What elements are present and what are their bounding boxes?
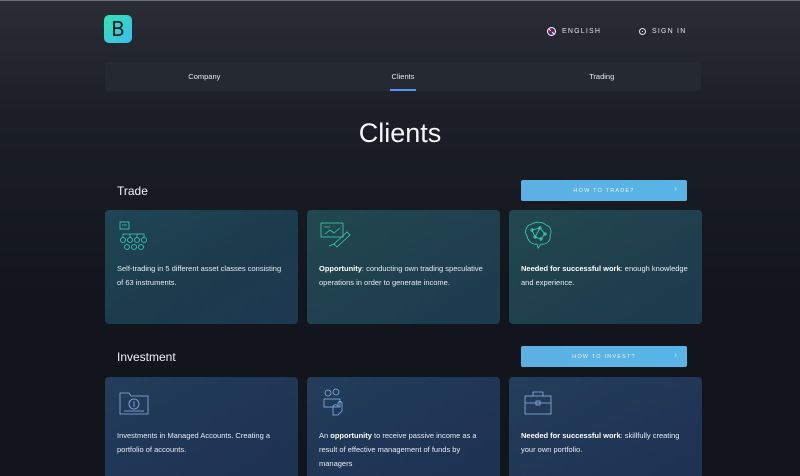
page-title: Clients [358,118,442,148]
briefcase-icon [524,391,552,415]
section-title-investment: Investment [117,350,176,364]
trade-card-text: Needed for successful work: enough knowl… [521,264,688,287]
tab-trading[interactable]: Trading [502,62,701,91]
trade-card-knowledge: Needed for successful work: enough knowl… [509,210,702,324]
invest-card-opportunity: An opportunity to receive passive income… [307,377,500,476]
logo-letter: B [111,17,125,41]
main-nav: Company Clients Trading [105,62,701,91]
tab-company[interactable]: Company [105,62,304,91]
trade-card-opportunity: Opportunity: conducting own trading spec… [307,210,500,324]
invest-card-text: Needed for successful work: skillfully c… [521,431,680,454]
folder-coin-icon [119,392,149,415]
hand-money-icon [323,388,343,416]
invest-card-managed-accounts: Investments in Managed Accounts. Creatin… [105,377,298,476]
chart-nodes-icon [119,221,147,250]
opportunity-pen-icon [320,222,351,248]
invest-card-text: An opportunity to receive passive income… [319,431,477,468]
section-title-trade: Trade [117,184,148,198]
language-selector[interactable]: ENGLISH [547,26,601,36]
login-icon [639,27,646,35]
how-to-trade-button[interactable]: HOW TO TRADE? › [521,180,687,201]
brain-network-icon [525,221,552,249]
trade-card-text: Opportunity: conducting own trading spec… [319,264,483,287]
how-to-trade-label: HOW TO TRADE? [573,187,635,194]
chevron-right-icon: › [674,186,678,193]
how-to-invest-button[interactable]: HOW TO INVEST? › [521,346,687,367]
chevron-right-icon: › [674,352,678,359]
invest-card-portfolio: Needed for successful work: skillfully c… [509,377,702,476]
how-to-invest-label: HOW TO INVEST? [572,353,636,360]
trade-card-text: Self-trading in 5 different asset classe… [117,264,282,287]
sign-in-label: SIGN IN [652,27,687,35]
trade-card-self-trading: Self-trading in 5 different asset classe… [105,210,298,324]
tab-clients[interactable]: Clients [304,62,503,91]
invest-card-text: Investments in Managed Accounts. Creatin… [117,431,271,454]
uk-flag-icon [547,26,556,36]
logo[interactable]: B [104,15,132,43]
sign-in-link[interactable]: SIGN IN [639,26,686,36]
language-label: ENGLISH [562,27,602,35]
